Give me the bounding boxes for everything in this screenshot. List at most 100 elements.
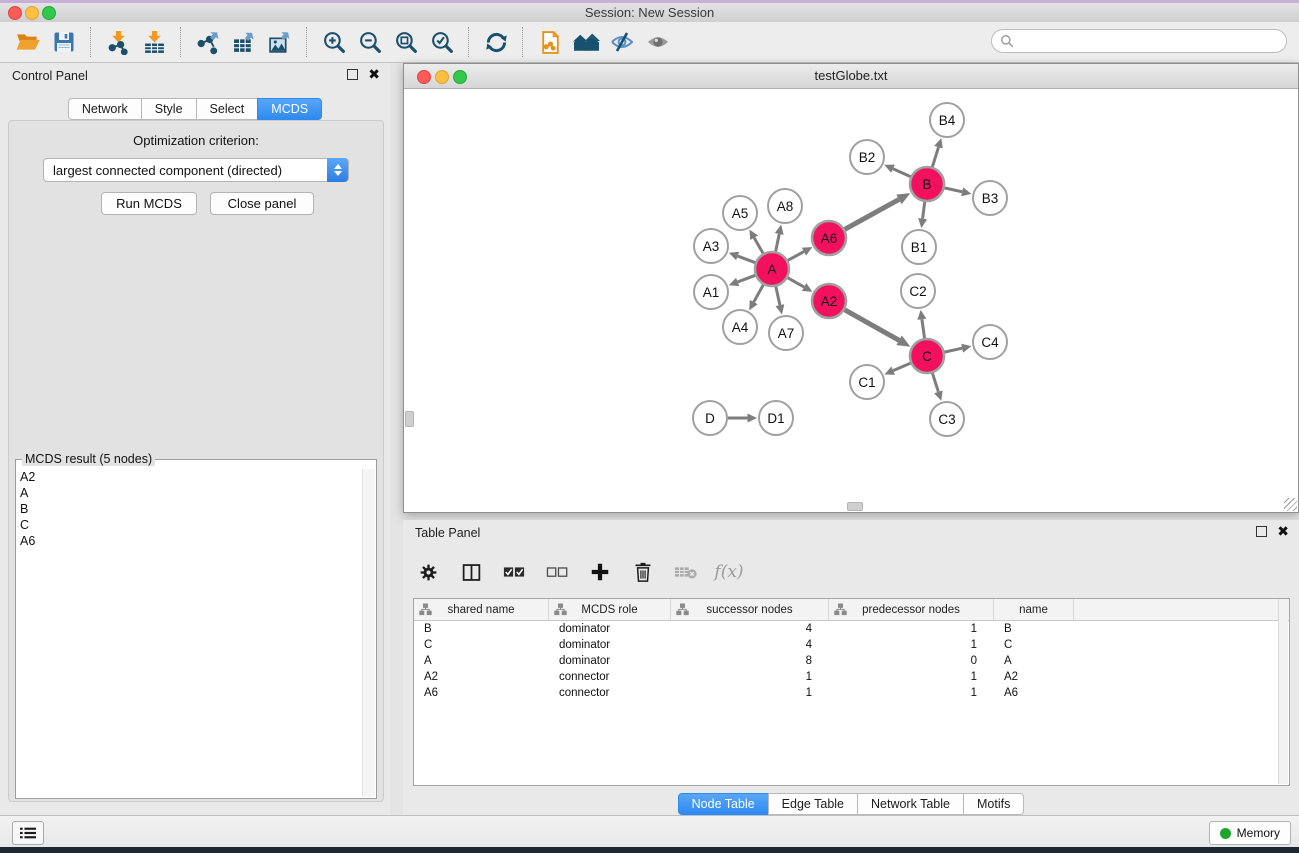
table-row[interactable]: Bdominator41B [414,621,1289,637]
graph-node-label-C: C [922,349,932,364]
eye-slash-icon [609,30,635,54]
tab-mcds[interactable]: MCDS [257,98,322,120]
import-table-button[interactable] [136,26,172,58]
select-all-checkboxes-button[interactable] [501,559,527,585]
search-icon [1000,34,1014,48]
graph-edge-arrow-icon [776,304,785,314]
mcds-result-item[interactable]: A [18,485,362,501]
mcds-result-item[interactable]: A6 [18,533,362,549]
column-header-name[interactable]: name [994,599,1074,620]
export-table-button[interactable] [226,26,262,58]
network-canvas[interactable]: AA1A2A3A4A5A6A7A8BB1B2B3B4CC1C2C3C4DD1 [404,88,1298,512]
shared-column-icon [676,603,689,616]
graph-edge-arrow-icon [934,390,943,400]
criterion-select[interactable]: largest connected component (directed) [43,158,349,182]
mcds-result-item[interactable]: A2 [18,469,362,485]
tab-node-table[interactable]: Node Table [678,793,769,815]
network-file-button[interactable] [532,26,568,58]
graph-node-label-A5: A5 [732,206,749,221]
task-history-button[interactable] [12,821,44,845]
column-header-label: predecessor nodes [862,604,960,616]
table-body: Bdominator41BCdominator41CAdominator80AA… [414,621,1289,701]
graph-node-label-A6: A6 [821,231,838,246]
column-header-mcds-role[interactable]: MCDS role [549,599,671,620]
table-cell: A6 [414,685,549,701]
network-horizontal-scrollbar[interactable] [847,502,863,511]
zoom-out-button[interactable] [352,26,388,58]
table-row[interactable]: A2connector11A2 [414,669,1289,685]
graph-edge-B-B4 [931,147,938,169]
graph-node-label-B: B [922,177,931,192]
graph-edge-arrow-icon [961,344,971,353]
float-panel-icon[interactable] [1256,526,1267,537]
tab-style[interactable]: Style [141,98,197,120]
search-box[interactable] [991,29,1287,53]
table-cell: dominator [549,637,671,653]
delete-table-button [673,559,699,585]
close-panel-button[interactable]: Close panel [210,192,314,215]
graph-edge-C-C3 [932,370,939,392]
table-panel-title: Table Panel [415,526,480,540]
tab-network[interactable]: Network [68,98,142,120]
show-column-button[interactable] [458,559,484,585]
zoom-in-button[interactable] [316,26,352,58]
tab-network-table[interactable]: Network Table [857,793,964,815]
table-row[interactable]: Cdominator41C [414,637,1289,653]
table-row[interactable]: A6connector11A6 [414,685,1289,701]
graph-edge-arrow-icon [775,225,784,235]
graph-edge-arrow-icon [934,138,943,148]
table-cell: A [414,653,549,669]
mcds-result-item[interactable]: C [18,517,362,533]
graph-node-label-C3: C3 [938,412,955,427]
table-cell: 1 [671,669,829,685]
hide-graphics-details-button[interactable] [604,26,640,58]
add-column-button[interactable] [587,559,613,585]
zoom-selected-icon [430,30,455,55]
close-panel-icon[interactable]: ✖ [1277,527,1289,536]
float-panel-icon[interactable] [347,69,358,80]
home-button[interactable] [568,26,604,58]
refresh-button[interactable] [478,26,514,58]
import-network-button[interactable] [100,26,136,58]
run-mcds-button[interactable]: Run MCDS [101,192,197,215]
deselect-all-checkboxes-button[interactable] [544,559,570,585]
table-toolbar: f(x) [415,552,742,592]
show-graphics-details-button[interactable] [640,26,676,58]
graph-node-label-A2: A2 [821,294,838,309]
tab-edge-table[interactable]: Edge Table [768,793,858,815]
close-panel-icon[interactable]: ✖ [368,70,380,79]
table-row[interactable]: Adominator80A [414,653,1289,669]
refresh-icon [484,30,509,55]
column-header-successor-nodes[interactable]: successor nodes [671,599,829,620]
memory-button[interactable]: Memory [1209,821,1291,845]
trash-icon [633,561,653,583]
column-header-predecessor-nodes[interactable]: predecessor nodes [829,599,994,620]
open-file-button[interactable] [10,26,46,58]
table-scrollbar[interactable] [1278,599,1288,784]
delete-column-button[interactable] [630,559,656,585]
search-input[interactable] [1019,33,1286,49]
resize-grip-icon[interactable] [1284,498,1297,511]
zoom-fit-button[interactable] [388,26,424,58]
export-image-button[interactable] [262,26,298,58]
mcds-result-item[interactable]: B [18,501,362,517]
table-settings-button[interactable] [415,559,441,585]
eye-icon [645,30,671,54]
tab-motifs[interactable]: Motifs [963,793,1024,815]
export-table-icon [232,30,257,55]
graph-node-label-B3: B3 [982,191,999,206]
zoom-selected-button[interactable] [424,26,460,58]
graph-node-label-A8: A8 [777,199,794,214]
column-header-shared-name[interactable]: shared name [414,599,549,620]
mcds-result-scrollbar[interactable] [362,469,375,797]
network-vertical-scrollbar[interactable] [405,411,414,427]
shared-column-icon [834,603,847,616]
tab-select[interactable]: Select [196,98,259,120]
toolbar-separator [468,27,470,57]
table-cell: 0 [829,653,994,669]
table-cell: 8 [671,653,829,669]
save-session-button[interactable] [46,26,82,58]
table-cell: B [994,621,1074,637]
graph-node-label-A: A [767,262,776,277]
export-network-button[interactable] [190,26,226,58]
